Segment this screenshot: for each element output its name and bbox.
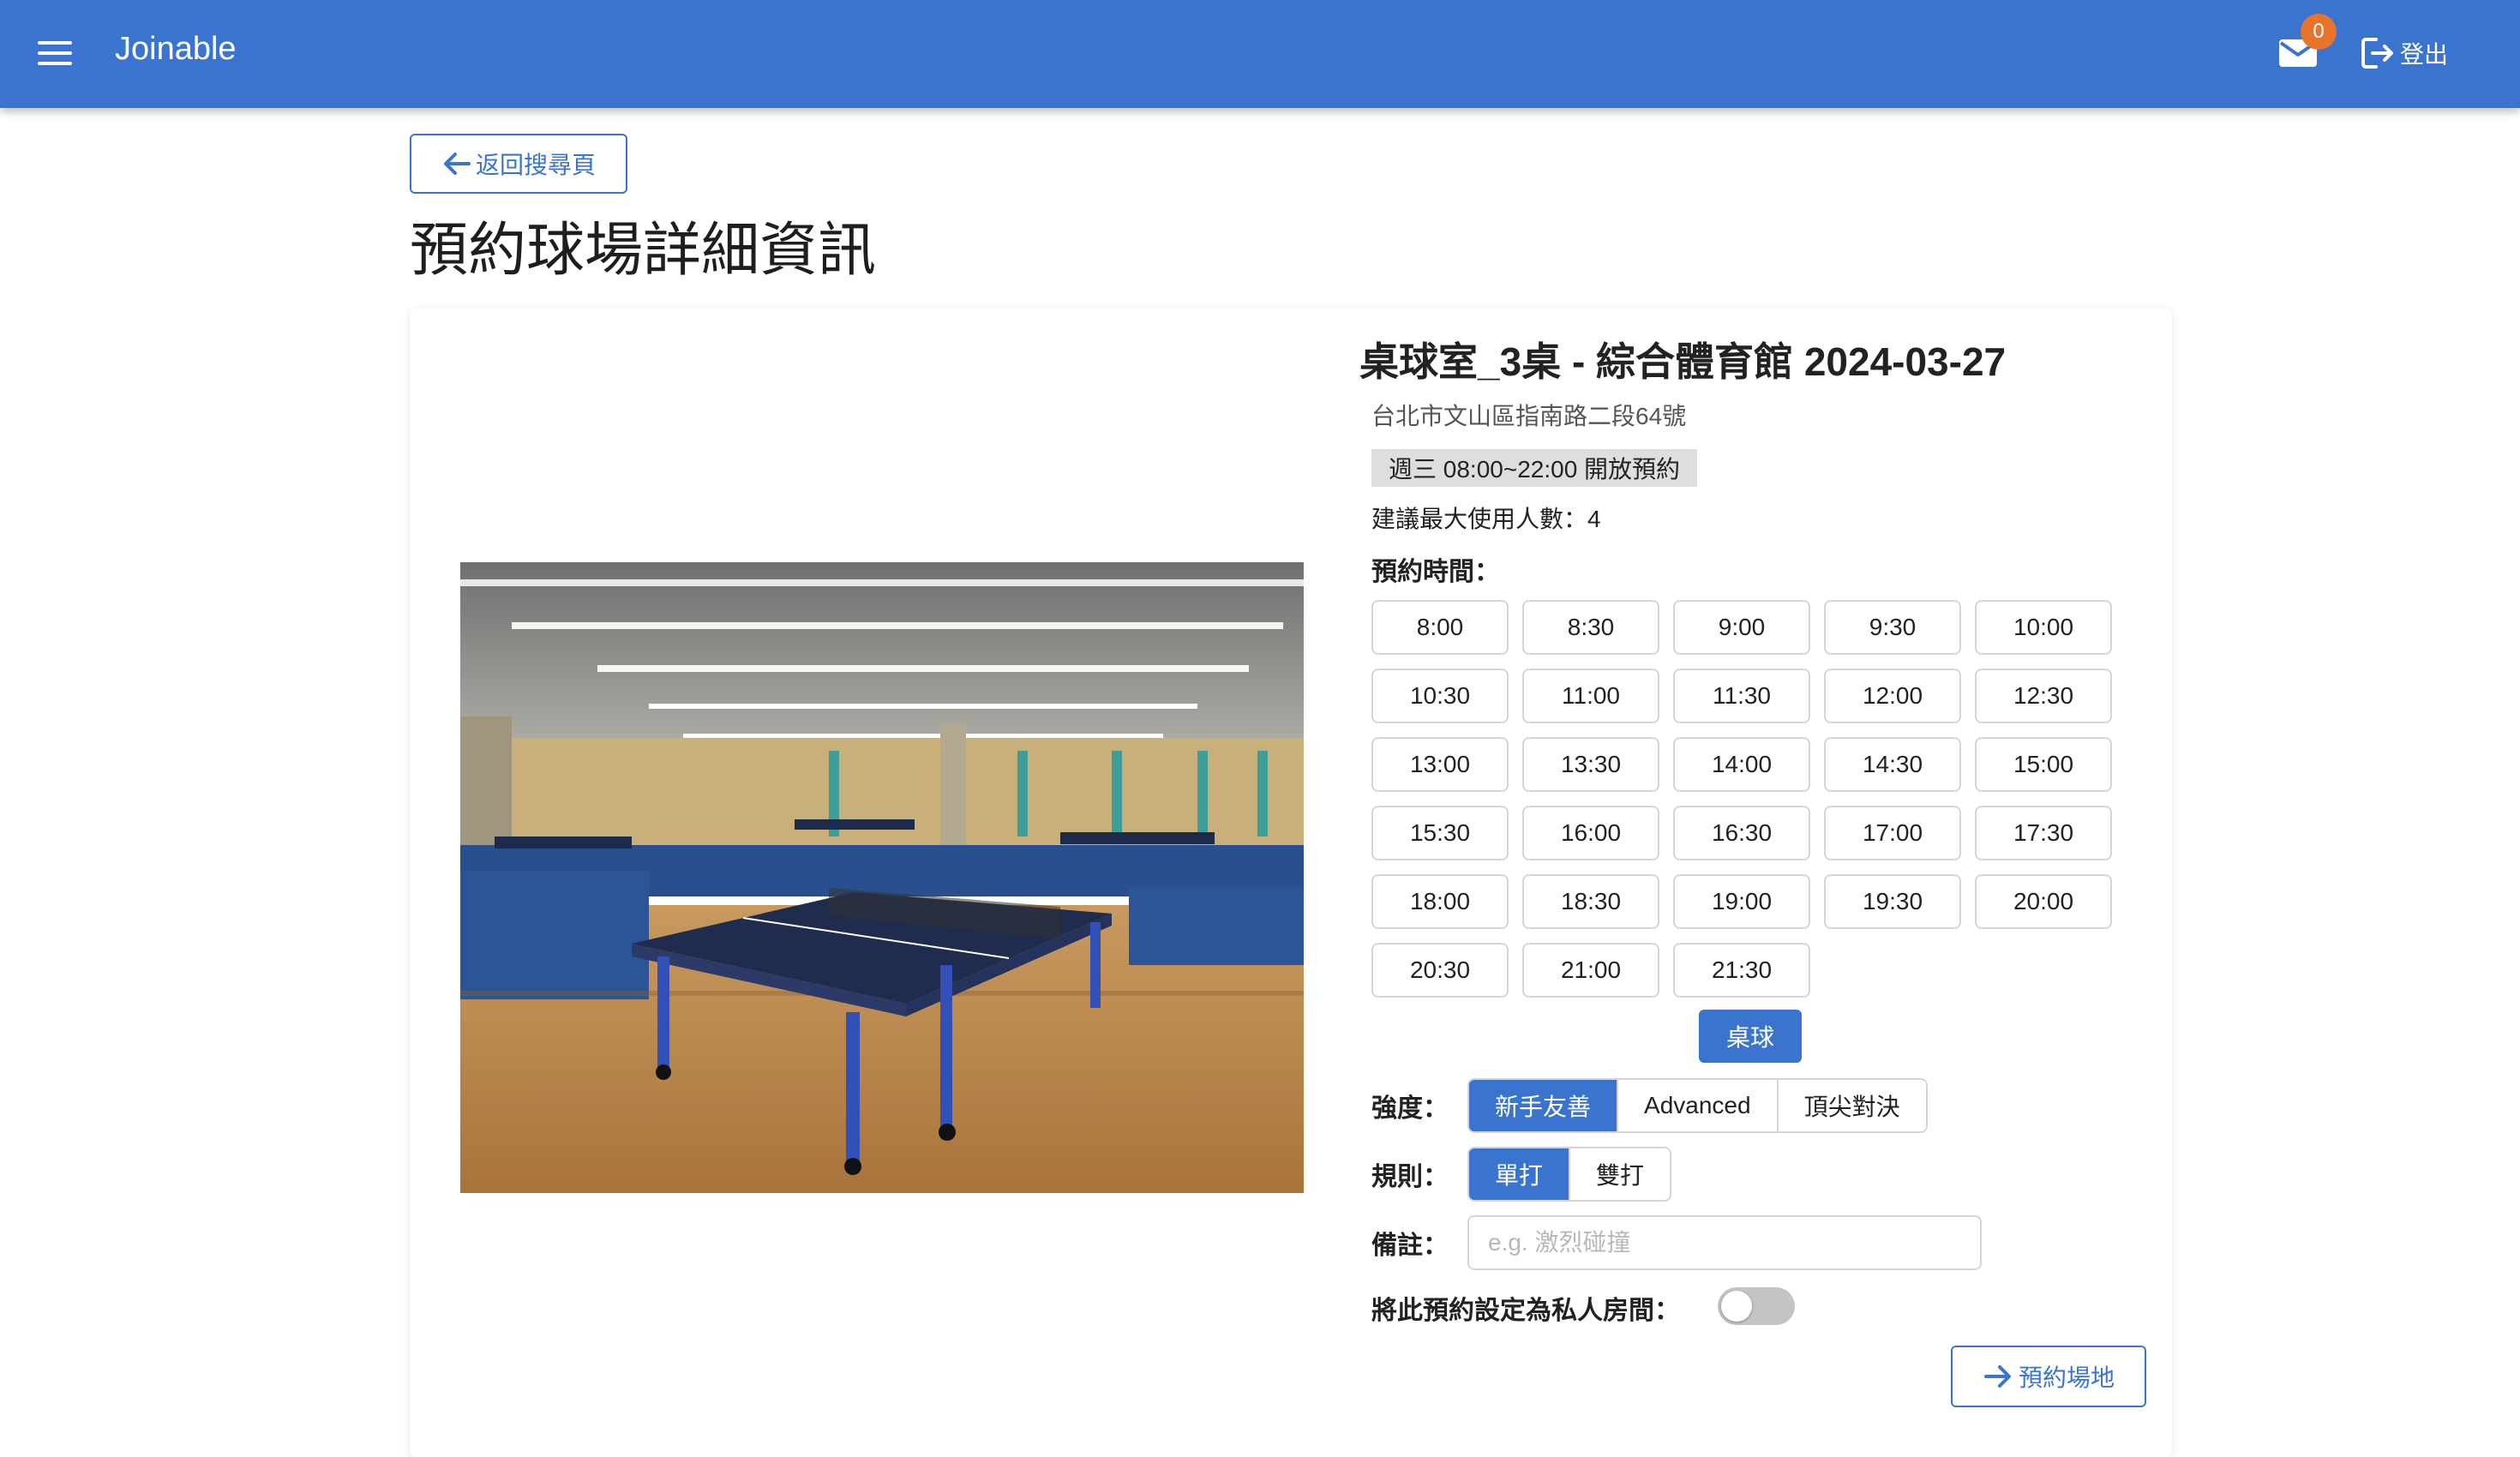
time-section-label: 預約時間：: [1371, 558, 1500, 586]
sport-tag-button[interactable]: 桌球: [1699, 1010, 1802, 1063]
time-slot-button[interactable]: 16:30: [1673, 806, 1810, 860]
rule-option-doubles[interactable]: 雙打: [1569, 1148, 1670, 1200]
app-title[interactable]: Joinable: [115, 31, 237, 68]
venue-photo: [460, 562, 1304, 1193]
back-button-label: 返回搜尋頁: [475, 152, 596, 178]
logout-label: 登出: [2400, 41, 2449, 68]
intensity-option-beginner[interactable]: 新手友善: [1469, 1080, 1617, 1131]
time-slot-button[interactable]: 11:30: [1673, 669, 1810, 723]
intensity-selector: 新手友善 Advanced 頂尖對決: [1467, 1078, 1928, 1133]
time-slot-button[interactable]: 20:30: [1371, 943, 1509, 998]
time-slot-button[interactable]: 8:00: [1371, 600, 1509, 655]
time-slot-button[interactable]: 17:30: [1975, 806, 2112, 860]
note-input[interactable]: [1467, 1215, 1982, 1270]
rule-selector: 單打 雙打: [1467, 1147, 1672, 1202]
app-bar: Joinable 0 登出: [0, 0, 2520, 108]
private-room-label: 將此預約設定為私人房間：: [1371, 1297, 1680, 1325]
time-slot-button[interactable]: 10:00: [1975, 600, 2112, 655]
open-hours-badge: 週三 08:00~22:00 開放預約: [1371, 449, 1698, 487]
toggle-knob: [1721, 1291, 1752, 1322]
reserve-venue-button[interactable]: 預約場地: [1951, 1346, 2146, 1407]
logout-icon: [2361, 38, 2393, 69]
time-slot-button[interactable]: 13:00: [1371, 737, 1509, 792]
arrow-right-icon: [1983, 1365, 2011, 1388]
page-title: 預約球場詳細資訊: [410, 218, 877, 283]
rule-option-singles[interactable]: 單打: [1469, 1148, 1569, 1200]
time-slot-button[interactable]: 21:00: [1522, 943, 1659, 998]
time-slot-button[interactable]: 19:30: [1824, 874, 1961, 929]
time-slot-button[interactable]: 21:30: [1673, 943, 1810, 998]
time-slot-button[interactable]: 16:00: [1522, 806, 1659, 860]
time-slot-button[interactable]: 10:30: [1371, 669, 1509, 723]
time-slot-button[interactable]: 15:00: [1975, 737, 2112, 792]
venue-title: 桌球室_3桌 - 綜合體育館 2024-03-27: [1359, 339, 2007, 384]
back-to-search-button[interactable]: 返回搜尋頁: [410, 134, 627, 194]
time-slot-button[interactable]: 14:30: [1824, 737, 1961, 792]
notification-badge: 0: [2301, 14, 2337, 50]
venue-detail-card: 桌球室_3桌 - 綜合體育館 2024-03-27 台北市文山區指南路二段64號…: [410, 309, 2172, 1457]
time-slot-button[interactable]: 13:30: [1522, 737, 1659, 792]
venue-address: 台北市文山區指南路二段64號: [1371, 403, 1687, 429]
time-slot-button[interactable]: 12:30: [1975, 669, 2112, 723]
rule-label: 規則：: [1371, 1163, 1449, 1191]
time-slot-button[interactable]: 19:00: [1673, 874, 1810, 929]
note-label: 備註：: [1371, 1232, 1449, 1260]
private-room-toggle[interactable]: [1718, 1287, 1795, 1325]
time-slot-button[interactable]: 17:00: [1824, 806, 1961, 860]
time-slot-button[interactable]: 12:00: [1824, 669, 1961, 723]
time-slot-button[interactable]: 14:00: [1673, 737, 1810, 792]
time-slot-button[interactable]: 11:00: [1522, 669, 1659, 723]
intensity-option-advanced[interactable]: Advanced: [1617, 1080, 1777, 1131]
intensity-option-top[interactable]: 頂尖對決: [1776, 1080, 1926, 1131]
intensity-label: 強度：: [1371, 1094, 1449, 1123]
arrow-left-icon: [443, 153, 471, 175]
time-slot-button[interactable]: 15:30: [1371, 806, 1509, 860]
reserve-button-label: 預約場地: [2018, 1364, 2115, 1391]
time-slot-button[interactable]: 8:30: [1522, 600, 1659, 655]
time-slot-button[interactable]: 18:00: [1371, 874, 1509, 929]
menu-icon[interactable]: [38, 38, 72, 69]
logout-button[interactable]: 登出: [2359, 33, 2448, 74]
time-slot-button[interactable]: 9:00: [1673, 600, 1810, 655]
max-people-text: 建議最大使用人數：4: [1371, 506, 1601, 532]
time-slot-button[interactable]: 9:30: [1824, 600, 1961, 655]
time-slot-button[interactable]: 18:30: [1522, 874, 1659, 929]
time-slot-button[interactable]: 20:00: [1975, 874, 2112, 929]
